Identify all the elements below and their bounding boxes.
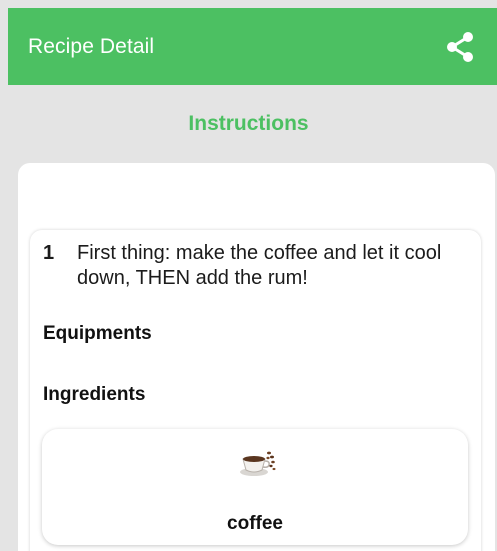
recipe-detail-screen: Recipe Detail Instructions 1 First thing… <box>0 0 497 551</box>
equipments-heading: Equipments <box>43 323 152 344</box>
app-bar: Recipe Detail <box>8 8 497 85</box>
share-icon <box>447 31 473 62</box>
coffee-cup-icon <box>240 451 276 476</box>
step-text: First thing: make the coffee and let it … <box>77 242 442 289</box>
share-button[interactable] <box>443 30 477 64</box>
ingredient-name: coffee <box>227 513 283 534</box>
step-number: 1 <box>43 242 55 264</box>
page-title: Recipe Detail <box>28 34 155 58</box>
ingredient-item-coffee[interactable]: coffee <box>42 429 468 545</box>
step-item: 1 First thing: make the coffee and let i… <box>43 241 463 291</box>
instructions-heading: Instructions <box>188 112 309 135</box>
ingredients-heading: Ingredients <box>43 384 146 405</box>
